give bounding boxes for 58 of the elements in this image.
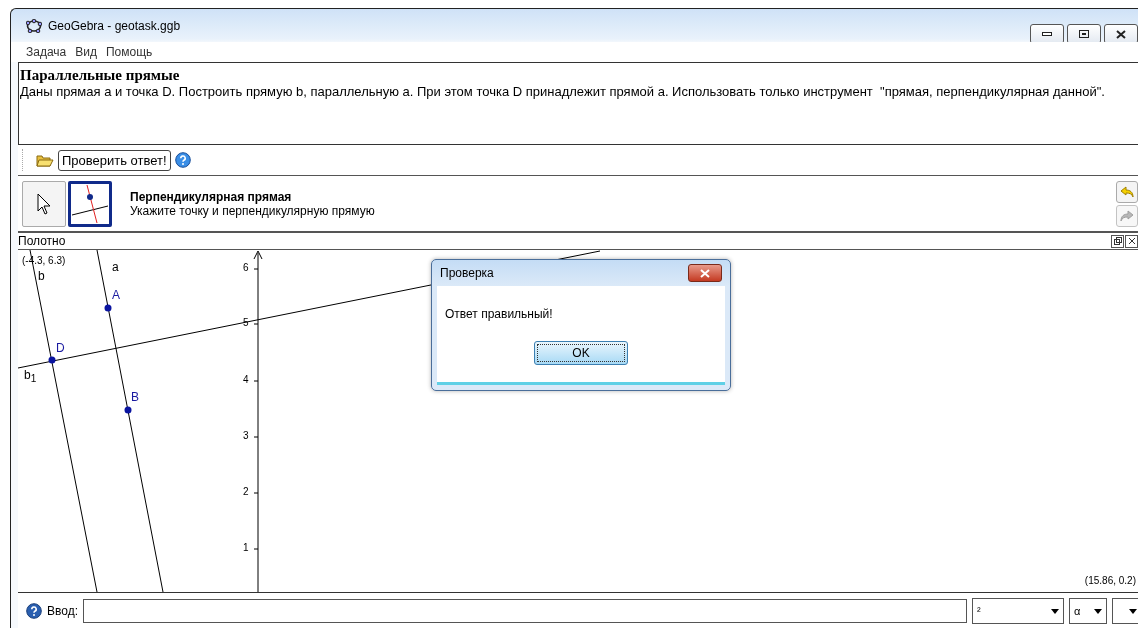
input-field[interactable]	[83, 599, 967, 623]
point-label: A	[112, 288, 120, 302]
dialog-message: Ответ правильный!	[445, 307, 553, 321]
tool-hint: Укажите точку и перпендикулярную прямую	[130, 203, 376, 218]
maximize-icon	[1079, 30, 1089, 38]
line-label: a	[112, 260, 119, 274]
close-icon	[1116, 29, 1126, 39]
input-label: Ввод:	[47, 604, 78, 618]
help-icon[interactable]	[174, 152, 191, 168]
check-answer-button[interactable]: Проверить ответ!	[58, 149, 171, 171]
folder-icon[interactable]	[36, 153, 54, 167]
task-text: Даны прямая a и точка D. Построить прямую b, параллельную a. При этом точка D принадлежит прямой a. Использовать только инструмент "прямая, перпендикулярная данной".	[20, 84, 1106, 100]
perpendicular-line-icon	[72, 184, 108, 223]
symbol-dropdown[interactable]: ²	[972, 598, 1064, 624]
minimize-icon	[1042, 32, 1052, 36]
minimize-button[interactable]	[1030, 24, 1064, 44]
corner-coordinates: (15.86, 0.2)	[1084, 575, 1136, 586]
undo-icon	[1120, 185, 1134, 198]
point-label: B	[131, 390, 139, 404]
tick-label: 1	[243, 542, 249, 553]
close-icon	[700, 268, 710, 278]
app-logo-icon	[26, 18, 42, 33]
help-icon[interactable]	[26, 603, 42, 619]
caret-icon	[1129, 608, 1137, 614]
point	[48, 356, 56, 364]
tick-label: 5	[243, 317, 249, 328]
ok-button[interactable]: OK	[534, 341, 628, 365]
dialog-title: Проверка	[440, 266, 494, 280]
tick-label: 2	[243, 486, 249, 497]
restore-panel-icon[interactable]	[1111, 234, 1124, 248]
tool-button[interactable]	[68, 180, 112, 227]
dialog-close-button[interactable]	[688, 264, 722, 282]
caret-icon	[1051, 608, 1059, 614]
point-label: D	[56, 341, 65, 355]
line-label: b	[38, 269, 45, 283]
caret-icon	[1094, 608, 1102, 614]
menu-item[interactable]: Задача	[26, 45, 67, 59]
symbol-dropdown[interactable]: α	[1069, 598, 1107, 624]
point	[124, 406, 132, 414]
undo-button[interactable]	[1116, 180, 1138, 203]
close-button[interactable]	[1104, 24, 1138, 44]
tool-name: Перпендикулярная прямая	[130, 189, 293, 204]
tick-label: 6	[243, 262, 249, 273]
point	[104, 304, 112, 312]
panel-title: Полотно	[18, 234, 66, 248]
task-title: Параллельные прямые	[20, 67, 181, 84]
tick-label: 4	[243, 374, 249, 385]
maximize-button[interactable]	[1067, 24, 1101, 44]
menu-item[interactable]: Помощь	[106, 45, 153, 59]
dropdown[interactable]	[1112, 598, 1138, 624]
menu-item[interactable]: Вид	[75, 45, 97, 59]
close-panel-icon[interactable]	[1125, 234, 1138, 248]
line-label: b$_{1}$	[24, 368, 37, 385]
cursor-icon	[37, 192, 51, 215]
corner-coordinates: (-4.3, 6.3)	[22, 255, 66, 266]
window-title: GeoGebra - geotask.ggb	[48, 18, 182, 33]
tick-label: 3	[243, 430, 249, 441]
redo-icon	[1120, 209, 1134, 222]
